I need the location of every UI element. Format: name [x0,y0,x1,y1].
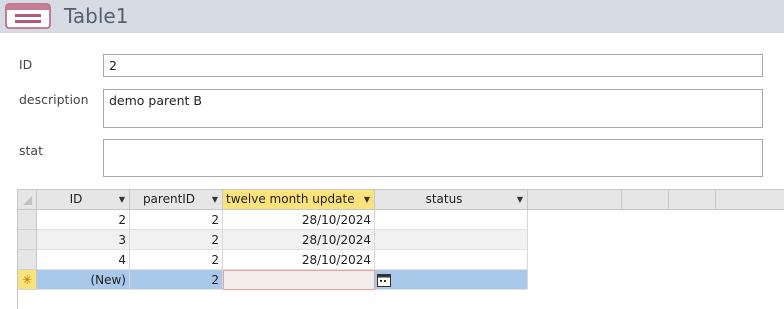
col-header-twelve-month-update-label: twelve month update [226,192,355,206]
chevron-down-icon[interactable]: ▼ [212,190,218,209]
col-header-status-label: status [425,192,463,206]
col-header-empty [622,190,669,210]
row-selector[interactable] [18,250,37,270]
id-label: ID [19,57,33,72]
cell-parentid[interactable]: 2 [130,250,223,270]
cell-parentid[interactable]: 2 [130,230,223,250]
stat-label: stat [19,143,43,158]
row-selector[interactable] [18,210,37,230]
form-header: Table1 [0,0,784,33]
description-field[interactable]: demo parent B [103,89,763,128]
col-header-parentid-label: parentID [142,192,196,206]
cell-twelve-month-update[interactable]: 28/10/2024 [223,230,375,250]
col-header-empty [669,190,716,210]
form-title: Table1 [64,4,129,28]
select-all-corner[interactable] [18,190,37,210]
cell-twelve-month-update[interactable]: 28/10/2024 [223,210,375,230]
row-selector[interactable] [18,230,37,250]
col-header-status[interactable]: status ▼ [375,190,528,210]
new-row-parentid[interactable]: 2 [130,270,223,290]
chevron-down-icon[interactable]: ▼ [364,190,370,209]
col-header-empty [528,190,622,210]
cell-status[interactable] [375,230,528,250]
form-icon [5,3,51,29]
chevron-down-icon[interactable]: ▼ [517,190,523,209]
new-row-status[interactable] [375,270,528,290]
chevron-down-icon[interactable]: ▼ [119,190,125,209]
new-record-selector[interactable]: ✳ [18,270,37,290]
cell-parentid[interactable]: 2 [130,210,223,230]
cell-id[interactable]: 4 [37,250,130,270]
new-row-id[interactable]: (New) [37,270,130,290]
col-header-empty [716,190,784,210]
select-all-triangle-icon [23,196,32,205]
col-header-id-label: ID [69,192,83,206]
cell-status[interactable] [375,250,528,270]
col-header-id[interactable]: ID ▼ [37,190,130,210]
id-field[interactable]: 2 [103,54,763,77]
col-header-twelve-month-update[interactable]: twelve month update ▼ [223,190,375,210]
cell-id[interactable]: 3 [37,230,130,250]
cell-status[interactable] [375,210,528,230]
stat-field[interactable] [103,139,763,177]
calendar-icon[interactable] [376,272,392,288]
cell-twelve-month-update[interactable]: 28/10/2024 [223,250,375,270]
col-header-parentid[interactable]: parentID ▼ [130,190,223,210]
new-row-twelve-month-update-input[interactable] [223,270,375,290]
cell-id[interactable]: 2 [37,210,130,230]
datasheet-grid[interactable]: ID ▼ parentID ▼ twelve month update ▼ st… [17,189,784,309]
description-label: description [19,92,89,107]
